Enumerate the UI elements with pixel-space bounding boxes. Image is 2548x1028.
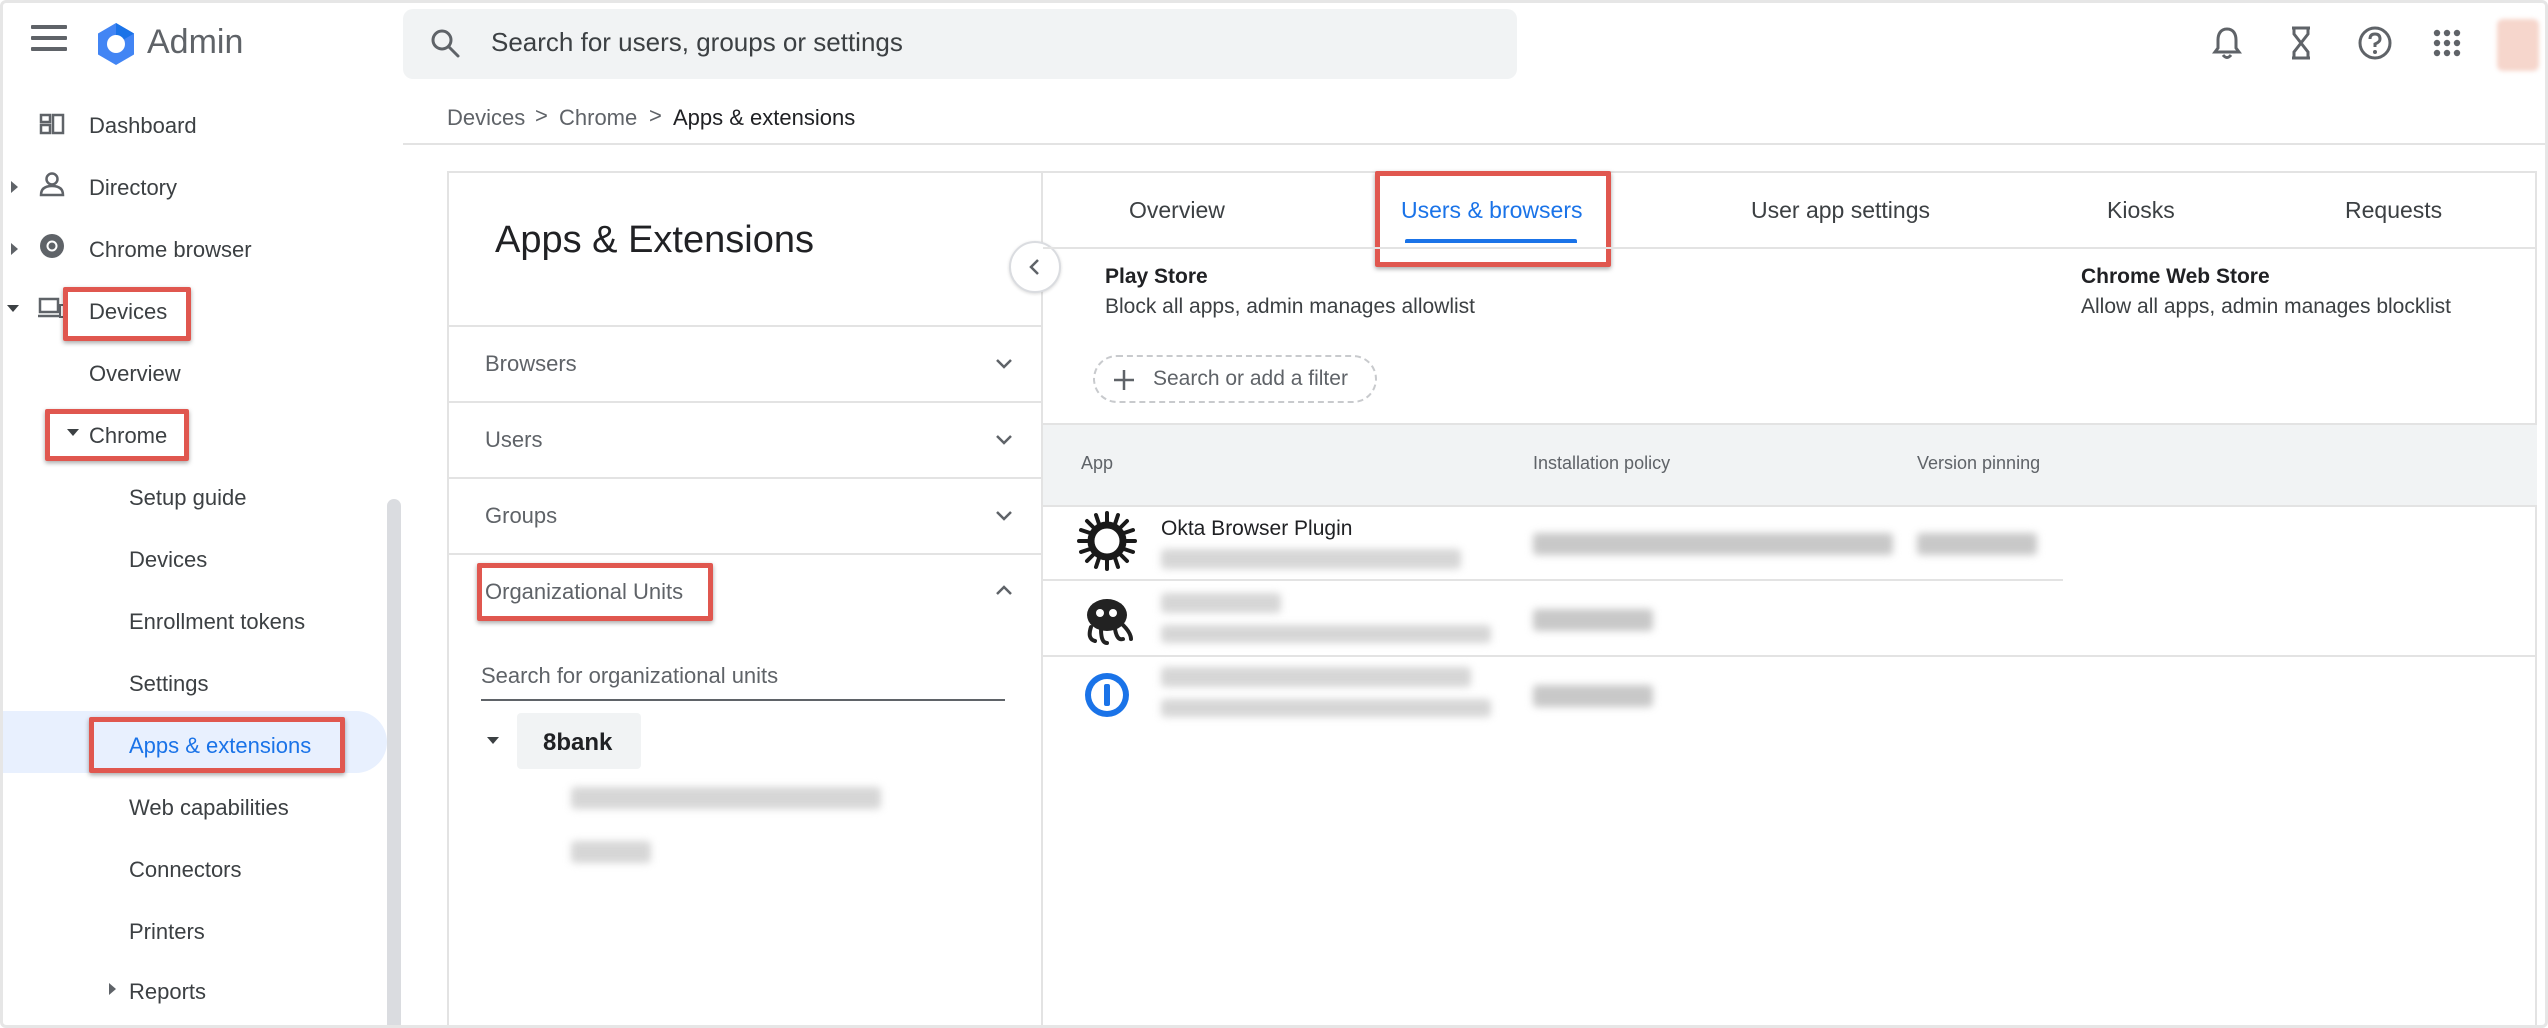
panel-vertical-divider [1041, 171, 1043, 1025]
sidebar-item-directory[interactable]: Directory [89, 175, 177, 201]
ou-search-underline [481, 699, 1005, 701]
breadcrumb-apps-extensions: Apps & extensions [673, 105, 856, 130]
admin-console-window: Admin Search for users, groups or settin… [0, 0, 2548, 1028]
devices-icon [38, 297, 67, 318]
tasks-hourglass-icon[interactable] [2281, 23, 2321, 63]
blurred-installation-policy [1533, 609, 1653, 631]
blurred-installation-policy [1533, 685, 1653, 707]
blurred-app-name[interactable] [1161, 667, 1471, 687]
row-divider [1043, 579, 2063, 581]
expand-reports-icon[interactable] [109, 983, 116, 995]
chevron-down-icon[interactable] [993, 353, 1015, 375]
ou-root-label[interactable]: 8bank [543, 729, 612, 757]
blurred-app-id [1161, 699, 1491, 717]
divider [449, 325, 1041, 327]
okta-icon [1077, 511, 1137, 571]
side-panel-title: Apps & Extensions [495, 219, 814, 261]
filter-label[interactable]: Search or add a filter [1153, 367, 1348, 391]
sidebar-item-dashboard[interactable]: Dashboard [89, 113, 197, 139]
menu-icon[interactable] [31, 25, 67, 55]
expand-directory-icon[interactable] [11, 181, 18, 193]
ou-search-input[interactable]: Search for organizational units [481, 663, 778, 689]
sidebar-item-connectors[interactable]: Connectors [129, 857, 242, 883]
chevron-left-icon[interactable] [1023, 255, 1047, 279]
chevron-up-icon[interactable] [993, 579, 1015, 601]
tab-overview[interactable]: Overview [1129, 197, 1225, 224]
blurred-installation-policy [1533, 533, 1893, 555]
apps-grid-icon[interactable] [2427, 23, 2467, 63]
collapse-ou-icon[interactable] [487, 737, 499, 744]
apps-table-header [1043, 423, 2537, 507]
blurred-app-id [1161, 625, 1491, 643]
breadcrumb-separator: > [649, 103, 662, 128]
octopus-extension-icon [1087, 599, 1133, 645]
divider [449, 401, 1041, 403]
breadcrumb-chrome[interactable]: Chrome [559, 105, 637, 131]
tab-requests[interactable]: Requests [2345, 197, 2442, 224]
sidebar-item-printers[interactable]: Printers [129, 919, 205, 945]
chevron-down-icon[interactable] [993, 429, 1015, 451]
column-version-pinning[interactable]: Version pinning [1917, 453, 2040, 474]
column-app[interactable]: App [1081, 453, 1113, 474]
sidebar-item-web-capabilities[interactable]: Web capabilities [129, 795, 289, 821]
tab-users-browsers[interactable]: Users & browsers [1401, 197, 1582, 224]
chrome-icon [40, 234, 64, 258]
google-admin-logo[interactable] [93, 21, 139, 67]
expand-chrome-browser-icon[interactable] [11, 243, 18, 255]
divider [449, 553, 1041, 555]
accordion-browsers[interactable]: Browsers [485, 351, 577, 377]
column-installation-policy[interactable]: Installation policy [1533, 453, 1670, 474]
blurred-ou-child[interactable] [571, 787, 881, 809]
blurred-app-id [1161, 549, 1461, 569]
sidebar-item-chrome-browser[interactable]: Chrome browser [89, 237, 252, 263]
breadcrumb-devices[interactable]: Devices [447, 105, 525, 131]
sidebar-item-chrome[interactable]: Chrome [89, 423, 167, 449]
app-title: Admin [147, 23, 244, 61]
tab-active-indicator [1405, 239, 1577, 243]
play-store-title: Play Store [1105, 265, 1208, 288]
blurred-ou-child[interactable] [571, 841, 651, 863]
row-divider [1043, 655, 2537, 657]
accordion-groups[interactable]: Groups [485, 503, 557, 529]
1password-icon [1085, 673, 1129, 717]
search-input[interactable]: Search for users, groups or settings [491, 27, 903, 58]
chrome-web-store-policy: Allow all apps, admin manages blocklist [2081, 295, 2452, 318]
divider [449, 477, 1041, 479]
app-name-okta[interactable]: Okta Browser Plugin [1161, 517, 1352, 541]
sidebar-item-reports[interactable]: Reports [129, 979, 206, 1005]
collapse-chrome-icon[interactable] [67, 429, 79, 436]
sidebar-item-overview[interactable]: Overview [89, 361, 181, 387]
tab-user-app-settings[interactable]: User app settings [1751, 197, 1930, 224]
play-store-policy: Block all apps, admin manages allowlist [1105, 295, 1476, 318]
blurred-app-name[interactable] [1161, 593, 1281, 613]
help-icon[interactable] [2355, 23, 2395, 63]
sidebar-item-devices-sub[interactable]: Devices [129, 547, 207, 573]
accordion-organizational-units[interactable]: Organizational Units [485, 579, 683, 605]
chrome-web-store-title: Chrome Web Store [2081, 265, 2270, 288]
tab-kiosks[interactable]: Kiosks [2107, 197, 2175, 224]
sidebar-item-enrollment-tokens[interactable]: Enrollment tokens [129, 609, 305, 635]
plus-icon[interactable] [1111, 367, 1137, 393]
accordion-users[interactable]: Users [485, 427, 542, 453]
notifications-icon[interactable] [2207, 23, 2247, 63]
person-icon [39, 172, 65, 197]
sidebar-item-devices[interactable]: Devices [89, 299, 167, 325]
search-icon [431, 29, 460, 58]
account-avatar[interactable] [2497, 19, 2539, 71]
blurred-version-pinning [1917, 533, 2037, 555]
tabs-divider [1043, 247, 2537, 249]
collapse-devices-icon[interactable] [7, 305, 19, 312]
chevron-down-icon[interactable] [993, 505, 1015, 527]
sidebar-item-setup-guide[interactable]: Setup guide [129, 485, 246, 511]
header-divider [403, 143, 2545, 145]
sidebar-item-apps-extensions[interactable]: Apps & extensions [129, 733, 311, 759]
breadcrumb-separator: > [535, 103, 548, 128]
sidebar-scrollbar[interactable] [387, 499, 401, 1025]
sidebar-item-settings[interactable]: Settings [129, 671, 209, 697]
dashboard-icon [39, 113, 65, 135]
